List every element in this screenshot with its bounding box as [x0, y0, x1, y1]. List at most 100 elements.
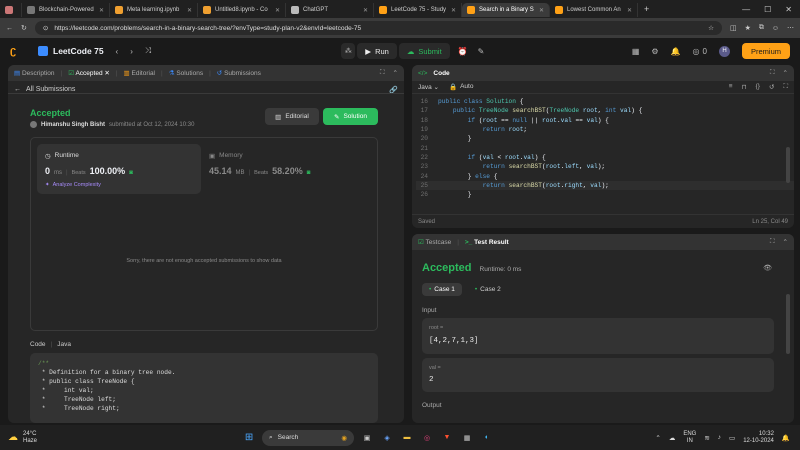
refresh-icon[interactable]: ↻: [21, 24, 27, 32]
maximize-icon[interactable]: ☐: [764, 5, 771, 14]
case-1-tab[interactable]: • Case 1: [422, 283, 462, 296]
close-icon[interactable]: ✕: [451, 7, 456, 14]
debug-icon[interactable]: ⁂: [341, 43, 356, 59]
bookmark-icon[interactable]: ⊓: [742, 83, 747, 91]
site-info-icon[interactable]: ⊙: [43, 24, 48, 32]
user-avatar[interactable]: H: [718, 45, 730, 57]
chevron-up-icon[interactable]: ⌃: [655, 434, 660, 442]
maximize-icon[interactable]: ⛶: [770, 238, 775, 246]
volume-icon[interactable]: ♪: [718, 434, 721, 441]
collapse-icon[interactable]: ⌃: [393, 69, 398, 77]
premium-button[interactable]: Premium: [741, 43, 790, 59]
notification-bell-icon[interactable]: 🔔: [782, 434, 790, 442]
layout-icon[interactable]: ▦: [632, 47, 640, 56]
browser-tab[interactable]: ChatGPT ✕: [286, 3, 374, 17]
browser-tab[interactable]: Blockchain-Powered ✕: [22, 3, 110, 17]
close-icon[interactable]: ✕: [187, 7, 192, 14]
result-scrollbar[interactable]: [786, 294, 790, 354]
sparkle-icon: ✦: [45, 182, 50, 188]
collapse-icon[interactable]: ⌃: [783, 69, 788, 77]
study-plan-title[interactable]: LeetCode 75: [53, 46, 104, 56]
brave-icon[interactable]: ▼: [440, 431, 454, 445]
memory-card[interactable]: ▣ Memory: [209, 152, 243, 160]
prev-problem-icon[interactable]: ‹: [116, 47, 119, 56]
language-indicator[interactable]: ENG IN: [683, 431, 696, 445]
cloud-icon[interactable]: ☁: [669, 434, 676, 442]
profile-icon[interactable]: ☺: [772, 25, 779, 32]
tab-editorial[interactable]: ▥ Editorial: [124, 69, 155, 77]
url-field[interactable]: ⊙ https://leetcode.com/problems/search-i…: [34, 21, 722, 35]
instagram-icon[interactable]: ◎: [420, 431, 434, 445]
language-select[interactable]: Java ⌄: [418, 83, 439, 91]
reset-icon[interactable]: ↺: [769, 83, 774, 91]
wifi-icon[interactable]: ≋: [704, 434, 709, 442]
profile-avatar[interactable]: [0, 3, 22, 17]
edge-icon[interactable]: ◐: [480, 431, 494, 445]
all-submissions-link[interactable]: ← All Submissions: [14, 86, 75, 93]
analyze-complexity-link[interactable]: ✦ Analyze Complexity: [45, 182, 101, 188]
close-icon[interactable]: ✕: [539, 7, 544, 14]
split-screen-icon[interactable]: ◫: [730, 24, 737, 32]
tab-solutions[interactable]: ⚗ Solutions: [169, 69, 203, 77]
settings-icon[interactable]: ⚙: [651, 47, 658, 56]
browser-tab[interactable]: LeetCode 75 - Study ✕: [374, 3, 462, 17]
notes-icon[interactable]: ≡: [729, 83, 733, 91]
fullscreen-icon[interactable]: ⛶: [783, 83, 788, 91]
tab-test-result[interactable]: >_ Test Result: [465, 239, 509, 246]
close-icon[interactable]: ✕: [627, 7, 632, 14]
file-explorer-icon[interactable]: ▬: [400, 431, 414, 445]
favorite-star-icon[interactable]: ☆: [708, 24, 714, 32]
store-icon[interactable]: ▦: [460, 431, 474, 445]
tab-description[interactable]: ▤ Description: [14, 69, 54, 77]
runtime-card[interactable]: ◷ Runtime 0 ms | Beats 100.00% ◙ ✦ Analyze…: [37, 144, 201, 194]
collections-icon[interactable]: ⧉: [759, 24, 764, 32]
close-icon[interactable]: ✕: [275, 7, 280, 14]
more-icon[interactable]: ⋯: [787, 24, 794, 32]
weather-widget[interactable]: ☁ 24°C Haze: [0, 431, 37, 445]
maximize-icon[interactable]: ⛶: [770, 69, 775, 77]
braces-icon[interactable]: {}: [756, 83, 760, 91]
copilot-icon[interactable]: ◈: [380, 431, 394, 445]
run-button[interactable]: ▶ Run: [357, 43, 397, 59]
taskbar-search-box[interactable]: ⌕ Search ◉: [262, 429, 355, 446]
task-view-icon[interactable]: ▣: [360, 431, 374, 445]
timer-icon[interactable]: ⏰: [458, 47, 468, 56]
case-2-tab[interactable]: • Case 2: [468, 283, 508, 296]
tab-accepted[interactable]: ☑ Accepted ✕: [68, 69, 110, 77]
solution-button[interactable]: ✎ Solution: [323, 108, 378, 125]
back-icon[interactable]: ←: [6, 25, 13, 32]
submitter-name[interactable]: Himanshu Singh Bisht: [41, 122, 105, 128]
leetcode-logo[interactable]: ʗ: [10, 45, 22, 57]
editor-scrollbar[interactable]: [786, 147, 790, 183]
runtime-label: Runtime: [54, 152, 79, 159]
tab-submissions[interactable]: ↺ Submissions: [217, 69, 261, 77]
close-window-icon[interactable]: ✕: [785, 5, 792, 14]
battery-icon[interactable]: ▭: [729, 434, 735, 442]
tab-testcase[interactable]: ☑ Testcase: [418, 238, 451, 246]
close-icon[interactable]: ✕: [363, 7, 368, 14]
maximize-icon[interactable]: ⛶: [380, 69, 385, 77]
editor-header: </> Code ⛶ ⌃: [412, 65, 794, 81]
windows-start-icon[interactable]: ⊞: [242, 431, 256, 445]
minimize-icon[interactable]: —: [742, 5, 750, 14]
browser-tab-active[interactable]: Search in a Binary S ✕: [462, 3, 550, 17]
editorial-button[interactable]: ▥ Editorial: [265, 108, 319, 125]
close-icon[interactable]: ✕: [104, 70, 109, 77]
close-icon[interactable]: ✕: [99, 7, 104, 14]
eye-icon[interactable]: 👁: [763, 264, 772, 272]
clock[interactable]: 10:32 12-10-2024: [743, 431, 774, 445]
lang-region: IN: [686, 437, 693, 444]
collapse-icon[interactable]: ⌃: [783, 238, 788, 246]
shuffle-icon[interactable]: ⤨: [145, 46, 151, 56]
notes-icon[interactable]: ✎: [478, 47, 485, 56]
new-tab-button[interactable]: +: [638, 4, 655, 14]
code-area[interactable]: 16 public class Solution { 17 public Tree…: [412, 94, 794, 199]
favorites-icon[interactable]: ★: [745, 24, 751, 32]
submit-button[interactable]: ☁ Submit: [398, 43, 450, 59]
next-problem-icon[interactable]: ›: [130, 47, 133, 56]
browser-tab[interactable]: Meta learning.ipynb ✕: [110, 3, 198, 17]
notification-icon[interactable]: 🔔: [671, 47, 681, 56]
browser-tab[interactable]: Lowest Common An ✕: [550, 3, 638, 17]
browser-tab[interactable]: Untitled8.ipynb - Co ✕: [198, 3, 286, 17]
auto-mode-toggle[interactable]: 🔒 Auto: [449, 83, 473, 91]
